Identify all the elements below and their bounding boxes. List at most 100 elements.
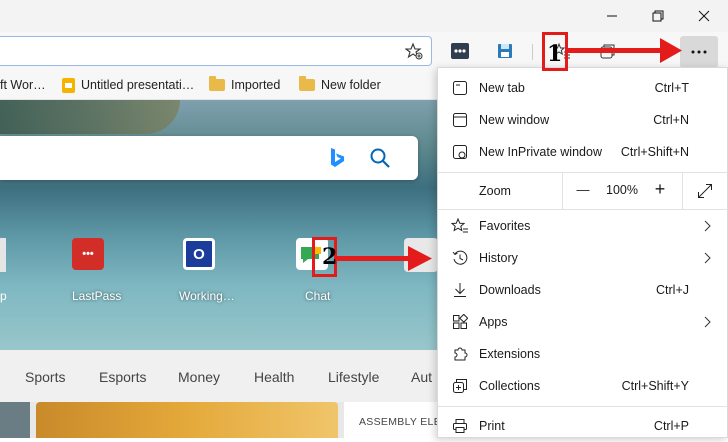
category-tab[interactable]: Money <box>178 369 220 385</box>
folder-icon <box>299 76 315 91</box>
extension-lastpass-icon <box>451 43 469 59</box>
menu-item-label: Favorites <box>479 219 531 233</box>
favorite-folder[interactable]: Imported <box>209 76 280 94</box>
news-card[interactable]: ASSEMBLY ELE <box>344 402 441 438</box>
folder-icon <box>209 76 225 91</box>
zoom-divider <box>562 173 563 209</box>
inprivate-icon <box>451 143 469 161</box>
menu-item-label: Apps <box>479 315 508 329</box>
menu-item-label: Print <box>479 419 505 433</box>
settings-menu: New tab Ctrl+T New window Ctrl+N New InP… <box>437 67 728 438</box>
download-icon <box>451 281 469 299</box>
fullscreen-button[interactable] <box>697 183 713 202</box>
star-add-icon <box>405 42 423 60</box>
favorite-folder-label: Imported <box>231 78 281 92</box>
menu-item-extensions[interactable]: Extensions <box>438 338 728 370</box>
menu-item-label: Extensions <box>479 347 541 361</box>
menu-item-shortcut: Ctrl+Shift+Y <box>621 379 689 393</box>
ellipsis-icon <box>691 50 707 54</box>
category-tab[interactable]: Sports <box>25 369 65 385</box>
minimize-icon <box>607 15 617 17</box>
menu-item-shortcut: Ctrl+N <box>653 113 689 127</box>
web-search-box[interactable] <box>0 136 418 180</box>
menu-item-new-inprivate-window[interactable]: New InPrivate window Ctrl+Shift+N <box>438 136 728 168</box>
save-extension-button[interactable] <box>492 38 518 64</box>
menu-item-label: New InPrivate window <box>479 145 602 159</box>
search-icon[interactable] <box>368 146 392 170</box>
quick-link-partial-label: p <box>0 289 7 303</box>
new-window-icon <box>451 111 469 129</box>
menu-item-zoom: Zoom — 100% + <box>438 173 728 209</box>
menu-item-collections[interactable]: Collections Ctrl+Shift+Y <box>438 370 728 402</box>
restore-icon <box>652 10 664 22</box>
chevron-right-icon <box>701 251 715 265</box>
apps-icon <box>451 313 469 331</box>
print-icon <box>451 417 469 435</box>
menu-item-print[interactable]: Print Ctrl+P <box>438 410 728 442</box>
quick-link-label: Working… <box>179 289 235 303</box>
menu-item-history[interactable]: History <box>438 242 728 274</box>
add-favorite-button[interactable] <box>401 38 427 64</box>
quick-link-working[interactable]: O <box>183 238 215 270</box>
news-card-image[interactable] <box>0 402 30 438</box>
minimize-button[interactable] <box>596 0 628 32</box>
slides-icon <box>62 77 75 93</box>
menu-item-new-tab[interactable]: New tab Ctrl+T <box>438 72 728 104</box>
annotation-number-1: 1 <box>547 41 563 67</box>
favorite-folder[interactable]: New folder <box>299 76 381 94</box>
restore-button[interactable] <box>642 0 674 32</box>
favorites-icon <box>451 217 469 235</box>
quick-link-label: Chat <box>305 289 331 303</box>
favorite-item[interactable]: Untitled presentati… <box>62 76 194 94</box>
outlook-icon: O <box>193 245 205 263</box>
menu-item-label: New tab <box>479 81 525 95</box>
menu-item-favorites[interactable]: Favorites <box>438 210 728 242</box>
menu-item-label: New window <box>479 113 550 127</box>
favorite-item[interactable]: ft Wor… <box>0 76 46 94</box>
chevron-right-icon <box>701 315 715 329</box>
category-tab[interactable]: Lifestyle <box>328 369 379 385</box>
menu-item-label: Collections <box>479 379 541 393</box>
annotation-number-2: 2 <box>322 244 338 270</box>
new-tab-icon <box>451 79 469 97</box>
address-bar[interactable] <box>0 36 432 66</box>
menu-item-new-window[interactable]: New window Ctrl+N <box>438 104 728 136</box>
menu-item-label: History <box>479 251 518 265</box>
extension-button[interactable] <box>447 38 473 64</box>
fullscreen-icon <box>698 184 712 198</box>
extensions-puzzle-icon <box>451 345 469 363</box>
save-icon <box>498 44 512 58</box>
quick-link-label: LastPass <box>72 289 122 303</box>
chevron-right-icon <box>701 219 715 233</box>
menu-item-shortcut: Ctrl+Shift+N <box>620 145 689 159</box>
news-card-image[interactable] <box>36 402 338 438</box>
menu-separator <box>438 406 728 407</box>
category-tab[interactable]: Health <box>254 369 294 385</box>
category-tab[interactable]: Aut <box>411 369 432 385</box>
annotation-arrow-1 <box>568 48 664 53</box>
favorite-item-label: Untitled presentati… <box>81 78 195 92</box>
close-icon <box>698 10 710 22</box>
background-rocks <box>0 100 180 134</box>
settings-and-more-button[interactable] <box>680 36 718 68</box>
menu-item-shortcut: Ctrl+P <box>653 419 689 433</box>
quick-link-partial[interactable] <box>0 238 6 272</box>
history-icon <box>451 249 469 267</box>
collections-icon <box>451 377 469 395</box>
annotation-arrowhead-2 <box>408 246 432 271</box>
quick-link-lastpass[interactable]: ••• <box>72 238 104 270</box>
menu-item-downloads[interactable]: Downloads Ctrl+J <box>438 274 728 306</box>
zoom-divider <box>682 173 683 209</box>
category-tab[interactable]: Esports <box>99 369 146 385</box>
annotation-arrow-2 <box>337 256 411 261</box>
menu-item-shortcut: Ctrl+J <box>656 283 689 297</box>
zoom-in-button[interactable]: + <box>651 179 669 200</box>
zoom-out-button[interactable]: — <box>574 182 592 197</box>
menu-item-shortcut: Ctrl+T <box>654 81 689 95</box>
bing-icon[interactable] <box>326 146 350 170</box>
lastpass-icon: ••• <box>82 248 94 260</box>
menu-item-label: Zoom <box>479 184 511 198</box>
menu-item-apps[interactable]: Apps <box>438 306 728 338</box>
close-window-button[interactable] <box>688 0 720 32</box>
annotation-arrowhead-1 <box>660 38 682 63</box>
